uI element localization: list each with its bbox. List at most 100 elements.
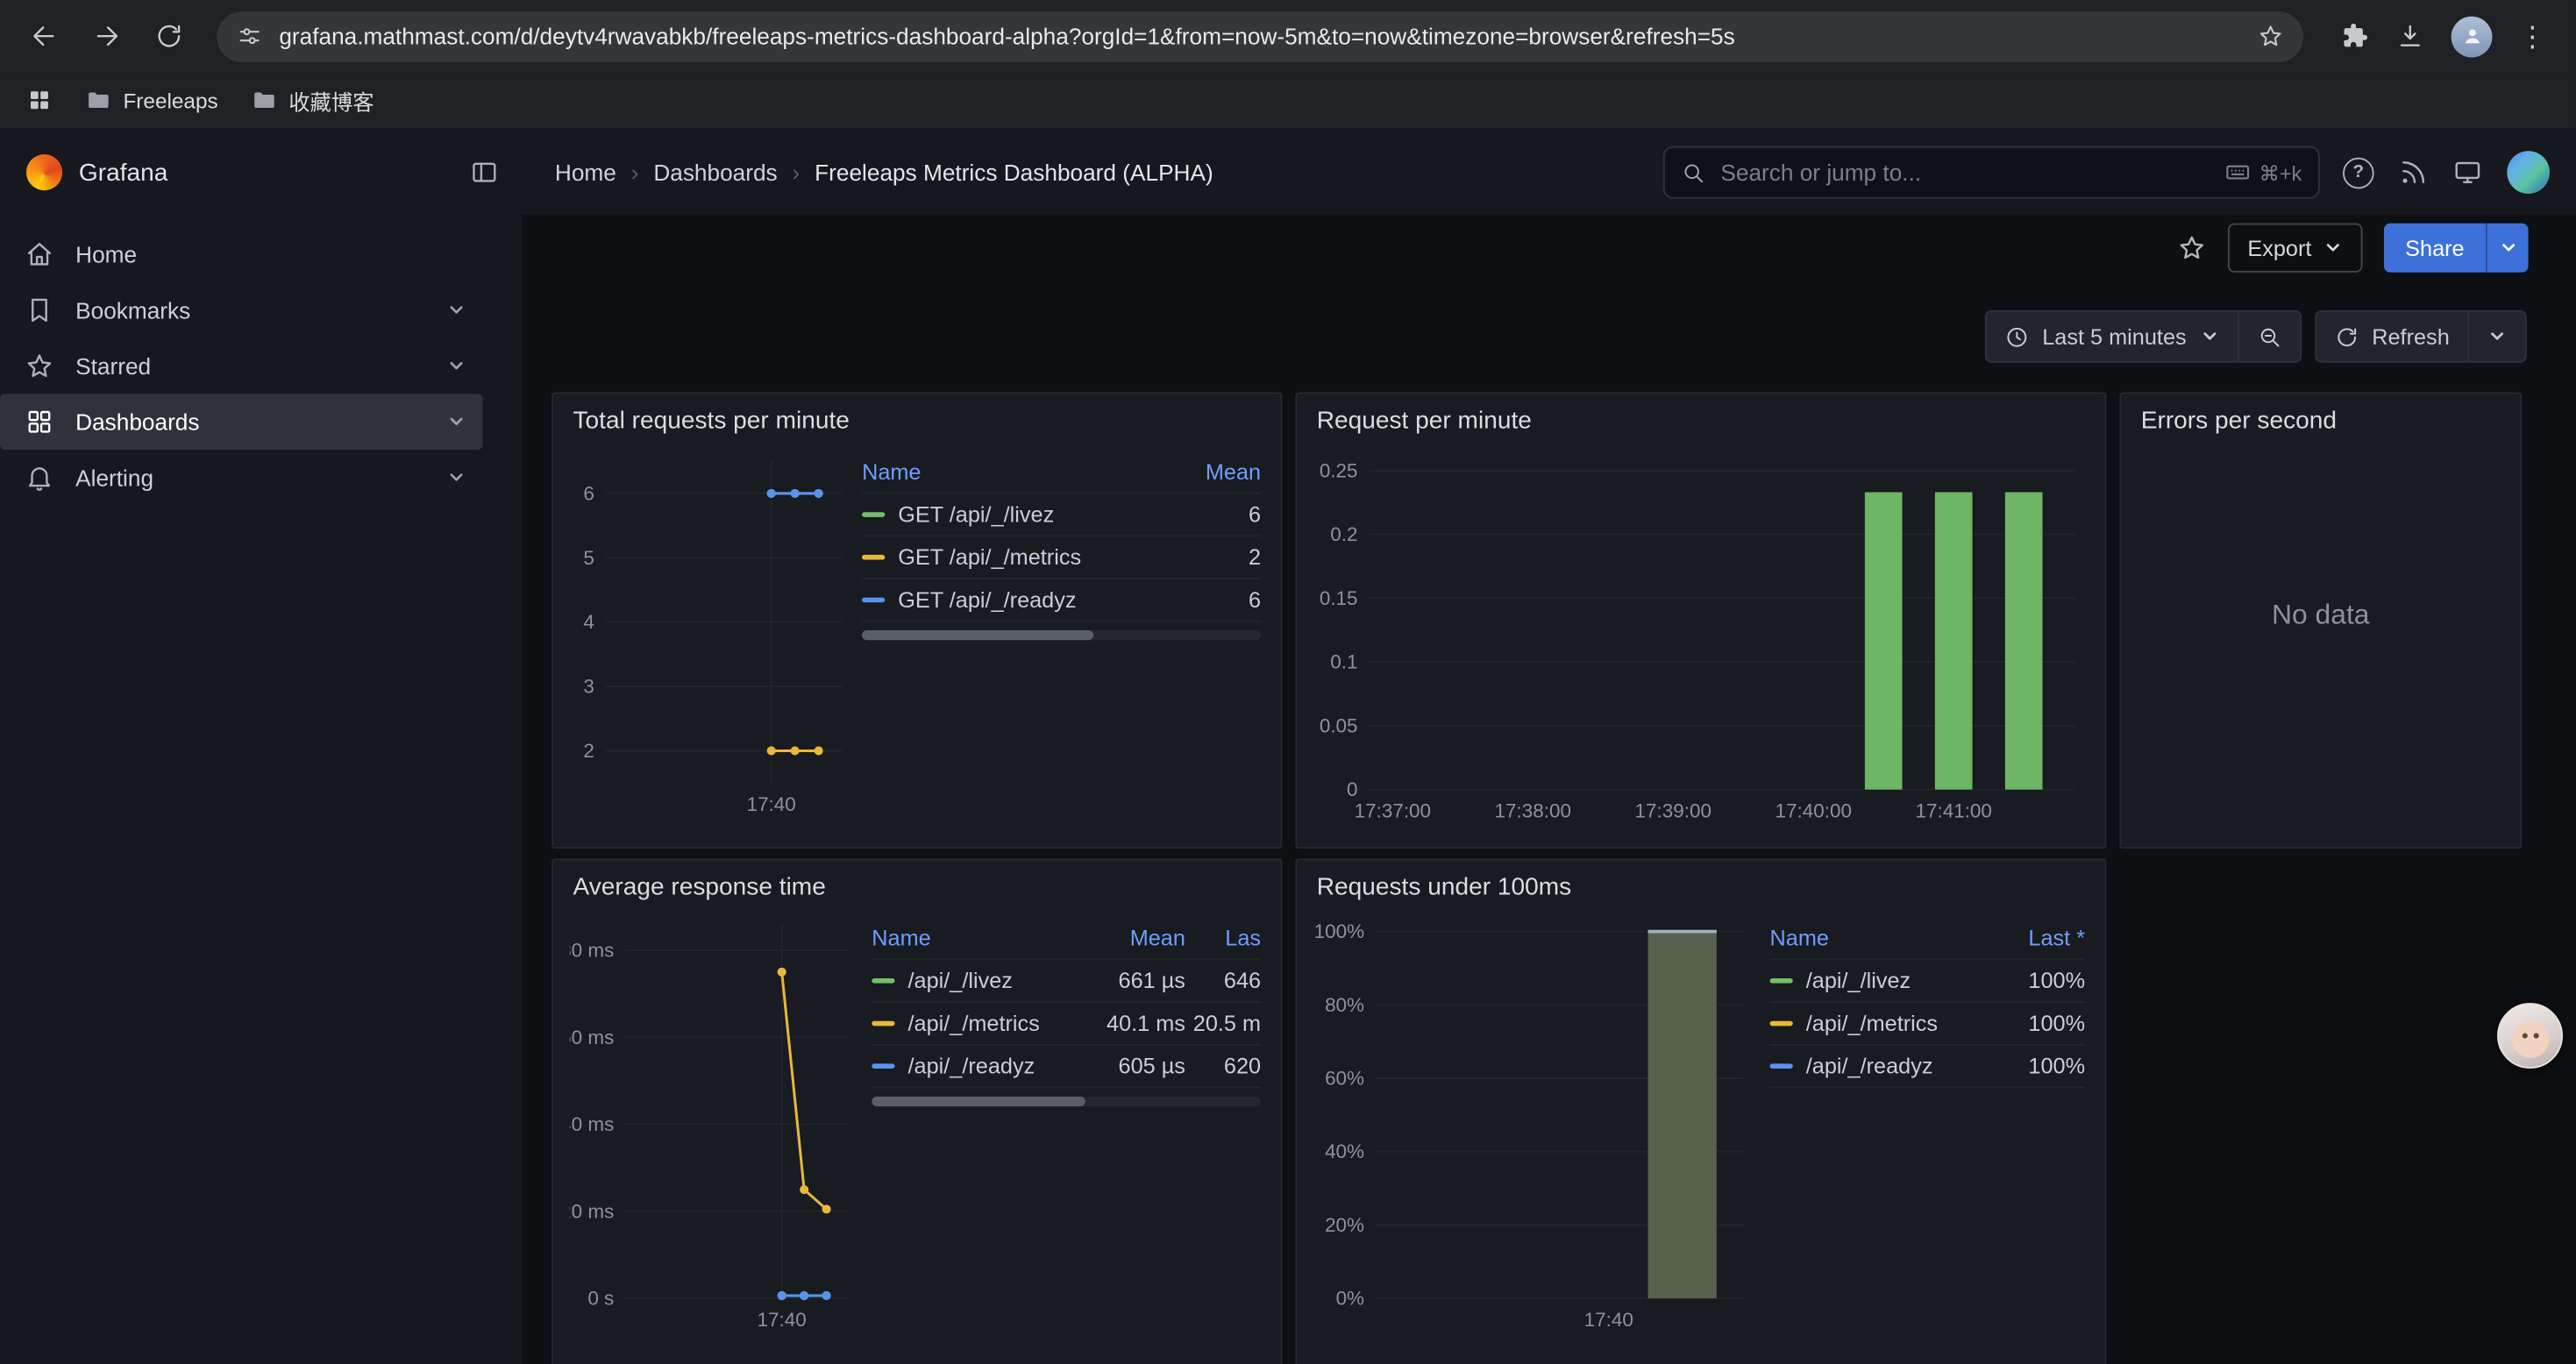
svg-text:6: 6 [583,482,594,504]
series-name[interactable]: GET /api/_/livez [898,502,1175,527]
refresh-button[interactable]: Refresh [2316,312,2468,361]
series-name[interactable]: GET /api/_/readyz [898,587,1175,612]
series-mean: 6 [1176,587,1261,612]
panel-title[interactable]: Request per minute [1297,394,2104,438]
sidebar-item-bookmarks[interactable]: Bookmarks [0,282,483,338]
series-name[interactable]: 2xx [1368,847,1402,849]
back-button[interactable] [17,8,73,64]
export-button[interactable]: Export [2228,224,2363,273]
legend-header-mean[interactable]: Mean [1090,926,1185,950]
series-name[interactable]: /api/_/readyz [907,1054,1090,1078]
help-icon[interactable]: ? [2343,157,2374,188]
sidebar-item-label: Bookmarks [75,297,190,323]
bookmark-folder-freeleaps[interactable]: Freeleaps [85,87,217,113]
forward-button[interactable] [79,8,135,64]
time-range-picker[interactable]: Last 5 minutes [1987,312,2238,361]
grafana-app: Grafana Home › Dashboards › Freeleaps Me… [0,130,2576,1364]
chevron-down-icon[interactable] [446,412,466,431]
series-mean: 2 [1176,545,1261,570]
brand-area: Grafana [0,154,522,190]
bookmark-star-icon[interactable] [2258,23,2284,49]
share-button[interactable]: Share [2384,224,2486,273]
series-last: 100% [1993,969,2085,993]
refresh-interval-button[interactable] [2467,312,2525,361]
chevron-down-icon[interactable] [446,356,466,375]
news-rss-icon[interactable] [2399,158,2429,188]
legend-scrollbar[interactable] [872,1097,1261,1106]
legend-table: Name Mean Las /api/_/livez 661 µs 646 [872,918,1261,1345]
grafana-logo-icon[interactable] [26,154,62,190]
requests-per-minute-chart[interactable]: 00.050.10.150.20.2517:37:0017:38:0017:39… [1307,438,2092,832]
refresh-icon [2334,324,2359,349]
panel-title[interactable]: Errors per second [2121,394,2520,438]
series-color-swatch [1770,1063,1793,1069]
bookmark-label: 收藏博客 [288,84,374,116]
favorite-dashboard-button[interactable] [2177,233,2207,263]
panel-title[interactable]: Average response time [553,860,1281,905]
folder-icon [85,87,111,113]
svg-text:17:38:00: 17:38:00 [1495,800,1571,822]
breadcrumb-separator: › [793,160,801,186]
breadcrumb: Home › Dashboards › Freeleaps Metrics Da… [555,160,1663,186]
site-info-icon[interactable] [237,23,263,49]
monitor-icon[interactable] [2453,158,2483,188]
series-name[interactable]: /api/_/metrics [907,1011,1090,1035]
forward-icon [92,21,122,51]
bookmark-folder-blogs[interactable]: 收藏博客 [251,84,374,116]
user-avatar[interactable] [2507,151,2550,194]
scrollbar-thumb[interactable] [872,1097,1085,1106]
series-color-swatch [1770,1021,1793,1027]
reload-button[interactable] [141,8,197,64]
series-name[interactable]: /api/_/livez [907,969,1090,993]
dashboard-actions: Export Share [2177,222,2529,274]
legend-row: /api/_/metrics 40.1 ms 20.5 m [872,1003,1261,1046]
browser-profile-avatar[interactable] [2451,16,2493,57]
legend-header-name[interactable]: Name [862,459,1176,484]
sidebar-item-starred[interactable]: Starred [0,338,483,394]
legend-header-last[interactable]: Las [1185,926,1261,950]
total-requests-chart[interactable]: 2345617:40 [570,438,849,826]
chevron-down-icon[interactable] [446,468,466,487]
zoom-out-button[interactable] [2238,312,2300,361]
legend-header-name[interactable]: Name [1770,926,1994,950]
series-last: 20.5 m [1185,1011,1261,1035]
breadcrumb-home[interactable]: Home [555,160,616,186]
search-input[interactable]: Search or jump to... ⌘+k [1663,146,2320,199]
star-icon [25,352,54,381]
series-mean: 605 µs [1090,1054,1185,1078]
scrollbar-thumb[interactable] [862,630,1093,640]
series-name[interactable]: /api/_/metrics [1806,1011,1993,1035]
download-icon[interactable] [2395,21,2425,51]
legend-header-mean[interactable]: Mean [1176,459,1261,484]
share-menu-button[interactable] [2486,224,2529,273]
legend-scrollbar[interactable] [862,630,1261,640]
sidebar-item-label: Home [75,241,137,267]
bookmarks-bar: Freeleaps 收藏博客 [0,72,2576,130]
url-bar[interactable]: grafana.mathmast.com/d/deytv4rwavabkb/fr… [217,11,2303,61]
series-name[interactable]: /api/_/livez [1806,969,1993,993]
sidebar-item-home[interactable]: Home [0,226,483,282]
avg-response-chart[interactable]: 0 s20 ms40 ms60 ms80 ms17:40 [570,905,859,1345]
search-shortcut: ⌘+k [2224,160,2302,186]
under-100ms-chart[interactable]: 0%20%40%60%80%100%17:40 [1313,905,1757,1345]
assistant-avatar[interactable] [2497,1003,2563,1069]
svg-text:17:37:00: 17:37:00 [1355,800,1431,822]
legend-header-name[interactable]: Name [872,926,1090,950]
breadcrumb-dashboards[interactable]: Dashboards [653,160,777,186]
bookmark-icon [25,295,54,325]
apps-grid-icon[interactable] [26,87,53,113]
person-icon [2460,25,2483,47]
panel-title[interactable]: Total requests per minute [553,394,1281,438]
legend-header-last[interactable]: Last * [1993,926,2085,950]
svg-text:0.25: 0.25 [1320,459,1358,481]
extensions-icon[interactable] [2339,21,2369,51]
series-name[interactable]: GET /api/_/metrics [898,545,1175,570]
chevron-down-icon[interactable] [446,301,466,320]
mega-menu-toggle[interactable] [470,158,500,188]
series-name[interactable]: /api/_/readyz [1806,1054,1993,1078]
svg-text:17:40: 17:40 [1584,1309,1633,1331]
browser-menu-icon[interactable]: ⋮ [2518,22,2546,50]
sidebar-item-alerting[interactable]: Alerting [0,450,483,506]
sidebar-item-dashboards[interactable]: Dashboards [0,394,483,450]
panel-title[interactable]: Requests under 100ms [1297,860,2104,905]
